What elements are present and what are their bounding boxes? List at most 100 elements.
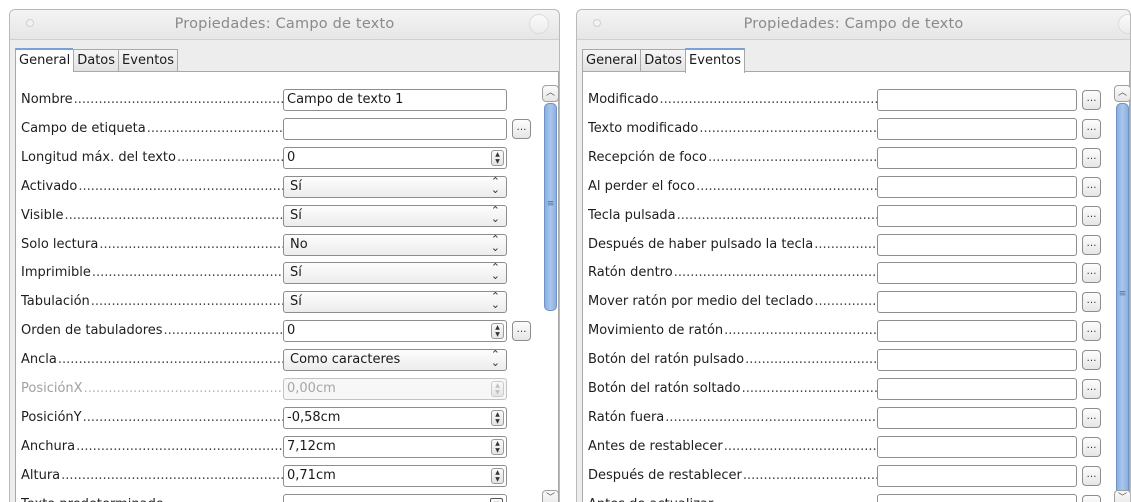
leader-dots: ........................................… [665,409,877,425]
event-macro-input[interactable] [877,89,1077,111]
property-text-input[interactable]: Campo de texto 1 [283,89,507,111]
ellipsis-button[interactable]: … [1082,90,1101,110]
ellipsis-button[interactable]: … [1082,350,1101,371]
ellipsis-button[interactable]: … [512,118,531,139]
event-row: Ratón dentro............................… [583,262,1111,285]
ellipsis-button[interactable]: … [1082,379,1101,399]
property-spinbox[interactable]: 7,12cm ▲ ▼ [283,435,507,458]
spin-arrows-icon[interactable]: ▲ ▼ [491,409,504,426]
event-row: Modificado..............................… [583,89,1111,111]
ellipsis-button[interactable]: … [512,321,531,342]
ellipsis-button[interactable]: … [1082,263,1101,284]
scroll-down-icon[interactable]: ﹀ [542,490,559,502]
events-panel: Modificado..............................… [582,71,1130,502]
property-label-text: Imprimible [21,265,92,281]
event-macro-input[interactable] [877,146,1077,169]
event-row: Texto modificado........................… [583,117,1111,140]
ellipsis-button[interactable]: … [1082,118,1101,139]
property-label: Después de haber pulsado la tecla.......… [588,236,877,252]
property-label-text: Altura [21,467,62,483]
property-label: Texto predeterminado....................… [21,496,284,502]
properties-window-events: Propiedades: Campo de texto General Dato… [576,9,1131,502]
leader-dots: ........................................… [724,323,877,339]
updown-chevron-icon: ⌃ ⌄ [490,290,500,312]
ellipsis-button[interactable]: … [1082,436,1101,457]
vertical-scrollbar[interactable]: ︿ ≡ ﹀ [542,85,559,502]
event-macro-input[interactable] [877,406,1077,429]
vertical-scrollbar[interactable]: ︿ ≡ ﹀ [1114,85,1130,502]
event-macro-input[interactable] [877,175,1077,198]
scrollbar-thumb[interactable]: ≡ [1116,103,1129,497]
property-spinbox[interactable]: 0 ▲ ▼ [283,320,507,343]
close-window-button[interactable] [1118,14,1130,34]
close-window-button[interactable] [529,14,549,34]
updown-chevron-icon: ⌃ ⌄ [490,261,500,283]
property-row: Altura..................................… [16,464,536,487]
property-select[interactable]: Sí ⌃ ⌄ [283,204,507,227]
event-macro-input[interactable] [877,117,1077,140]
leader-dots: ........................................… [741,381,877,396]
ellipsis-button[interactable]: … [1082,321,1101,342]
tab-datos[interactable]: Datos [640,49,686,72]
ellipsis-button[interactable]: … [1082,205,1101,226]
event-macro-input[interactable] [877,204,1077,227]
property-label-text: Ratón fuera [588,409,666,425]
property-label-text: Botón del ratón pulsado [588,352,746,368]
event-macro-input[interactable] [877,262,1077,285]
property-dropdown-field[interactable]: ▼ [283,493,507,502]
event-macro-input[interactable] [877,349,1077,372]
property-spinbox[interactable]: 0,71cm ▲ ▼ [283,464,507,487]
property-select[interactable]: Sí ⌃ ⌄ [283,290,507,314]
scroll-up-icon[interactable]: ︿ [542,85,559,102]
property-spinbox[interactable]: -0,58cm ▲ ▼ [283,406,507,429]
event-macro-input[interactable] [877,291,1077,314]
spin-arrows-icon[interactable]: ▲ ▼ [491,467,504,484]
event-macro-input[interactable] [877,320,1077,343]
tab-eventos[interactable]: Eventos [685,48,746,73]
property-select[interactable]: No ⌃ ⌄ [283,233,507,256]
scroll-up-icon[interactable]: ︿ [1114,85,1130,102]
property-spinbox[interactable]: 0 ▲ ▼ [283,146,507,169]
tab-general[interactable]: General [15,48,74,73]
spin-arrows-icon[interactable]: ▲ ▼ [491,149,504,166]
event-macro-input[interactable] [877,233,1077,256]
scroll-down-icon[interactable]: ﹀ [1114,490,1130,502]
leader-dots: ........................................… [99,236,284,252]
ellipsis-button[interactable]: … [1082,407,1101,428]
ellipsis-button[interactable]: … [1082,292,1101,313]
ellipsis-button[interactable]: … [1082,494,1101,502]
property-select[interactable]: Sí ⌃ ⌄ [283,261,507,285]
property-select[interactable]: Sí ⌃ ⌄ [283,175,507,198]
tab-general[interactable]: General [582,49,641,72]
event-macro-input[interactable] [877,378,1077,400]
event-macro-input[interactable] [877,435,1077,458]
ellipsis-button[interactable]: … [1082,234,1101,255]
property-row: Imprimible..............................… [16,261,536,285]
leader-dots: ........................................… [61,467,284,483]
spin-arrows-icon[interactable]: ▲ ▼ [491,323,504,340]
title-bar[interactable]: Propiedades: Campo de texto [10,10,559,40]
property-label: Ratón dentro............................… [588,265,877,281]
property-select[interactable]: Como caracteres ⌃ ⌄ [283,349,507,372]
property-row: PosiciónY...............................… [16,406,536,429]
leader-dots: ........................................… [90,294,284,310]
ellipsis-button[interactable]: … [1082,176,1101,197]
leader-dots: ........................................… [745,352,877,368]
event-macro-input[interactable] [877,464,1077,487]
ellipsis-button[interactable]: … [1082,147,1101,168]
event-row: Antes de actualizar.....................… [583,493,1111,502]
tab-datos[interactable]: Datos [73,49,119,72]
dropdown-arrow-icon[interactable]: ▼ [490,497,503,502]
tab-eventos[interactable]: Eventos [118,49,179,72]
title-bar[interactable]: Propiedades: Campo de texto [577,10,1130,40]
property-label: Tabulación..............................… [21,294,284,310]
ellipsis-button[interactable]: … [1082,465,1101,486]
property-label: PosiciónX...............................… [21,381,284,396]
property-label: Campo de etiqueta.......................… [21,120,284,136]
event-macro-input[interactable] [877,493,1077,502]
property-value: 0 [287,149,296,165]
property-label-text: Mover ratón por medio del teclado [588,294,815,310]
spin-arrows-icon[interactable]: ▲ ▼ [491,438,504,455]
scrollbar-thumb[interactable]: ≡ [544,103,557,311]
property-text-input[interactable] [283,117,507,140]
